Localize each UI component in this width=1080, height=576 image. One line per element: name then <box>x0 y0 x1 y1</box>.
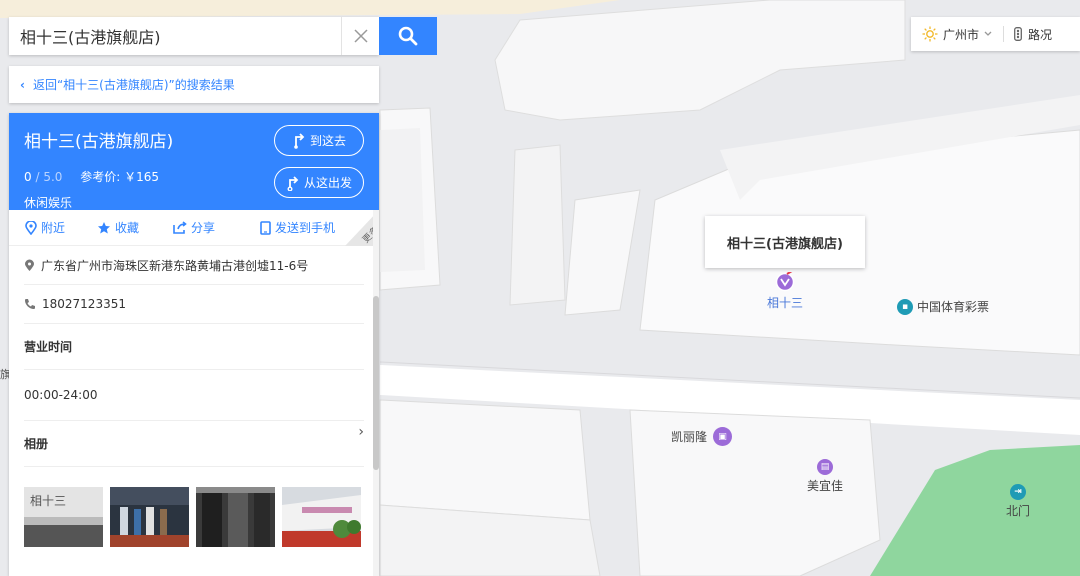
chevron-right-icon: › <box>358 424 364 440</box>
lottery-icon: ▪ <box>897 298 913 315</box>
rating-score: 0 <box>24 170 32 184</box>
share-button[interactable]: 分享 <box>173 219 215 236</box>
address-row: 广东省广州市海珠区新港东路黄埔古港创墟11-6号 <box>24 246 364 285</box>
route-from-icon <box>287 175 299 191</box>
poi-kaililong[interactable]: 凯丽隆 ▣ <box>671 427 733 446</box>
hours-value: 00:00-24:00 <box>24 370 364 421</box>
photo-thumbnail[interactable] <box>196 487 275 547</box>
city-selector[interactable]: 广州市 <box>911 26 1003 43</box>
album-title: 相册 <box>24 437 49 451</box>
start-here-button[interactable]: 从这出发 <box>274 167 364 198</box>
photo-strip: 相十三 <box>24 487 364 547</box>
address-text: 广东省广州市海珠区新港东路黄埔古港创墟11-6号 <box>41 258 309 273</box>
shopping-bag-icon: ▣ <box>713 427 733 446</box>
search-button[interactable] <box>379 17 437 55</box>
place-callout[interactable]: 相十三(古港旗舰店) <box>705 216 865 268</box>
hours-title: 营业时间 <box>24 324 364 370</box>
poi-meiyijia[interactable]: ▤ 美宜佳 <box>807 459 843 494</box>
favorite-button[interactable]: 收藏 <box>97 219 139 236</box>
route-to-icon <box>294 132 305 149</box>
rating-max: / 5.0 <box>35 170 63 184</box>
star-icon <box>98 221 110 233</box>
back-link-label: 返回“相十三(古港旗舰店)”的搜索结果 <box>32 78 235 92</box>
chevron-down-icon <box>984 31 992 36</box>
action-row: 附近 收藏 分享 发送到手机 更多 <box>9 210 379 246</box>
phone-row: 18027123351 <box>24 285 364 324</box>
gate-icon: ⇥ <box>1010 484 1026 500</box>
nearby-button[interactable]: 附近 <box>25 219 65 236</box>
traffic-light-icon <box>1014 27 1022 41</box>
send-to-phone-button[interactable]: 发送到手机 <box>260 219 335 236</box>
scrollbar-thumb[interactable] <box>373 296 379 470</box>
search-box <box>9 17 379 55</box>
location-pin-icon <box>24 259 35 272</box>
location-pin-icon <box>25 220 37 235</box>
traffic-label: 路况 <box>1028 27 1053 42</box>
close-icon <box>353 29 368 43</box>
store-icon: ▤ <box>817 459 833 475</box>
poi-north-gate[interactable]: ⇥ 北门 <box>1006 484 1030 519</box>
reference-price: 参考价: ￥165 <box>80 170 160 184</box>
search-icon <box>398 26 418 46</box>
poi-lottery[interactable]: ▪ 中国体育彩票 <box>897 298 989 315</box>
phone-icon <box>260 220 271 235</box>
photo-thumbnail[interactable]: 相十三 <box>24 487 103 547</box>
go-here-button[interactable]: 到这去 <box>274 125 364 156</box>
chevron-left-icon: ‹ <box>20 77 25 92</box>
sun-icon <box>922 26 938 42</box>
city-label: 广州市 <box>943 27 980 42</box>
clear-button[interactable] <box>341 17 379 55</box>
photo-thumbnail[interactable] <box>282 487 361 547</box>
search-input[interactable] <box>9 17 341 55</box>
album-row[interactable]: 相册 › <box>24 421 364 467</box>
panel-scrollbar[interactable] <box>373 210 379 576</box>
place-detail-panel: 相十三(古港旗舰店) 0 / 5.0 参考价: ￥165 休闲娱乐 到这去 从这… <box>9 113 379 576</box>
share-icon <box>173 221 187 234</box>
phone-number[interactable]: 18027123351 <box>42 297 126 311</box>
traffic-toggle[interactable]: 路况 <box>1004 26 1052 43</box>
map-toolbar: 广州市 路况 <box>911 17 1080 51</box>
telephone-icon <box>24 298 36 310</box>
photo-thumbnail[interactable] <box>110 487 189 547</box>
place-header: 相十三(古港旗舰店) 0 / 5.0 参考价: ￥165 休闲娱乐 到这去 从这… <box>9 113 379 210</box>
marker-label: 相十三 <box>767 296 804 310</box>
back-to-results-link[interactable]: ‹ 返回“相十三(古港旗舰店)”的搜索结果 <box>9 66 379 103</box>
